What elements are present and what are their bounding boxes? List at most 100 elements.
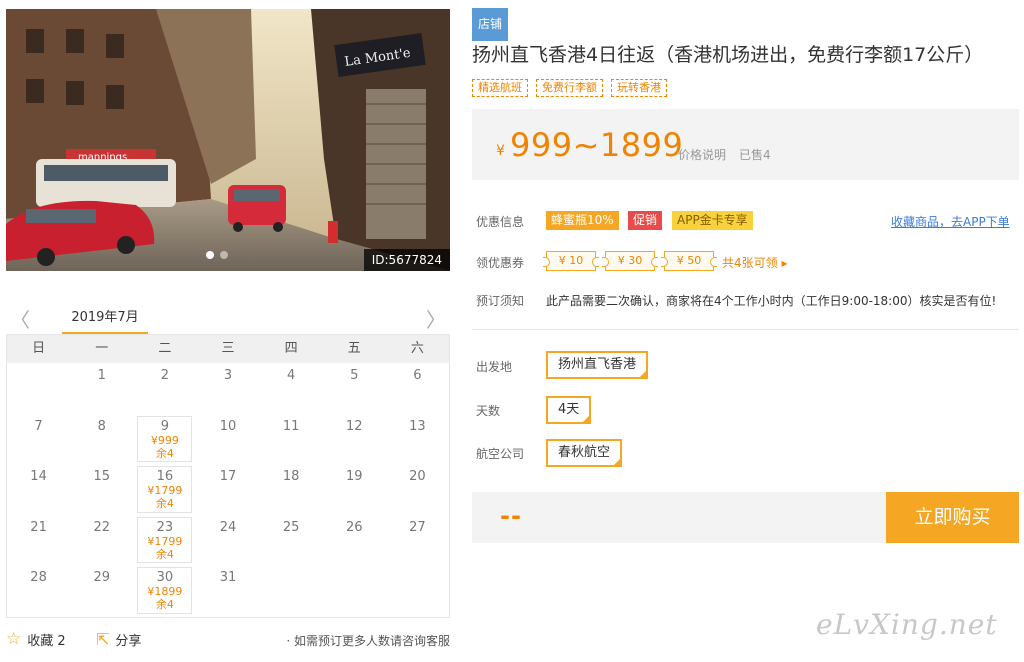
- day-number: 22: [93, 519, 110, 535]
- sold-count: 已售4: [739, 148, 771, 162]
- calendar-day: [260, 565, 323, 616]
- calendar-day: 31: [196, 565, 259, 616]
- price-box: ¥ 999~1899 价格说明 已售4: [472, 109, 1019, 180]
- divider: [472, 329, 1019, 330]
- total-price: --: [500, 502, 522, 530]
- day-number: 1: [97, 368, 106, 383]
- tag-item: 精选航班: [472, 79, 528, 97]
- calendar-day-available[interactable]: 23 ¥1799 余4: [137, 516, 193, 563]
- calendar-day-available[interactable]: 30 ¥1899 余4: [137, 567, 193, 614]
- day-number: 26: [346, 519, 363, 535]
- selected-corner-icon: [638, 369, 649, 379]
- day-number: 23: [156, 519, 174, 535]
- calendar-day: 2: [133, 363, 196, 414]
- product-tags: 精选航班 免费行李额 玩转香港: [472, 79, 667, 97]
- departure-calendar: 日一二三四五六 1 2 3 4 5 6 7 8 9 ¥999 余4 10 11 12 13 14 15 16 ¥17…: [6, 334, 450, 618]
- day-number: 25: [282, 519, 300, 535]
- airline-option[interactable]: 春秋航空: [546, 439, 623, 467]
- calendar-day: 25: [260, 515, 323, 566]
- weekday-header: 六: [410, 341, 424, 356]
- coupon-button[interactable]: ¥ 10: [543, 251, 599, 271]
- tag-item: 免费行李额: [536, 79, 603, 97]
- calendar-day: 15: [70, 464, 133, 515]
- day-number: 3: [223, 368, 233, 383]
- day-number: 27: [409, 519, 426, 535]
- favorite-button[interactable]: ☆ 收藏 2: [6, 629, 66, 650]
- tag-item: 玩转香港: [611, 79, 667, 97]
- promo-badge: 促销: [628, 211, 663, 230]
- weekday-header: 日: [32, 341, 46, 356]
- calendar-day: 14: [7, 464, 70, 515]
- calendar-weekdays: 日一二三四五六: [7, 335, 449, 363]
- promotions-label: 优惠信息: [476, 215, 525, 229]
- day-remaining: 余4: [155, 497, 174, 510]
- calendar-day: 7: [7, 414, 70, 465]
- price-currency: ¥: [496, 143, 505, 159]
- product-title-text: 扬州直飞香港4日往返（香港机场进出，免费行李额17公斤）: [472, 44, 984, 66]
- calendar-day: 4: [260, 363, 323, 414]
- calendar-day: 27: [386, 515, 449, 566]
- day-price: ¥999: [150, 433, 179, 447]
- next-month-button[interactable]: 〉: [426, 304, 446, 333]
- calendar-day: 21: [7, 515, 70, 566]
- departure-label: 出发地: [476, 360, 513, 374]
- calendar-day: 19: [323, 464, 386, 515]
- day-number: 4: [286, 368, 296, 383]
- day-number: 8: [97, 418, 106, 434]
- calendar-day: 3: [196, 363, 259, 414]
- day-number: 30: [156, 570, 174, 585]
- day-number: 28: [30, 570, 47, 585]
- day-number: 12: [346, 418, 363, 434]
- calendar-day: 13: [386, 414, 449, 465]
- calendar-day: 18: [260, 464, 323, 515]
- calendar-day: 29: [70, 565, 133, 616]
- day-number: 9: [160, 418, 169, 434]
- days-option[interactable]: 4天: [546, 396, 592, 424]
- buy-now-button[interactable]: 立即购买: [886, 492, 1019, 543]
- calendar-nav: 〈 2019年7月 〉: [6, 300, 450, 334]
- prev-month-button[interactable]: 〈: [10, 304, 30, 333]
- calendar-day: 11: [260, 414, 323, 465]
- store-badge: 店铺: [472, 8, 509, 41]
- day-number: 11: [282, 418, 300, 434]
- share-label: 分享: [115, 634, 142, 649]
- product-photo[interactable]: mannings La Mont'e ID:5677824: [6, 9, 450, 271]
- share-icon: ⇱: [96, 629, 110, 649]
- coupon-button[interactable]: ¥ 50: [661, 251, 717, 271]
- carousel-dots[interactable]: [206, 251, 228, 259]
- image-id-label: ID:5677824: [363, 249, 450, 271]
- airline-label: 航空公司: [476, 447, 525, 461]
- day-number: 13: [409, 418, 426, 434]
- share-button[interactable]: ⇱ 分享: [96, 630, 141, 649]
- selected-corner-icon: [581, 414, 592, 424]
- consult-note: · 如需预订更多人数请咨询客服: [286, 634, 450, 648]
- favorite-app-link[interactable]: 收藏商品，去APP下单: [891, 213, 1010, 230]
- star-icon: ☆: [6, 629, 22, 649]
- weekday-header: 五: [347, 341, 361, 356]
- watermark: eLvXing.net: [816, 608, 998, 641]
- day-number: 14: [30, 469, 47, 484]
- calendar-day-available[interactable]: 9 ¥999 余4: [137, 415, 193, 462]
- day-number: 6: [413, 368, 422, 383]
- calendar-day: 12: [323, 414, 386, 465]
- price-range: 999~1899: [510, 126, 684, 164]
- calendar-day: 26: [323, 515, 386, 566]
- departure-option[interactable]: 扬州直飞香港: [546, 351, 649, 379]
- calendar-day: [7, 363, 70, 414]
- departure-value: 扬州直飞香港: [558, 357, 637, 372]
- day-price: ¥1899: [147, 585, 183, 598]
- more-coupons-link[interactable]: 共4张可领 ▸: [722, 254, 787, 271]
- calendar-day: 10: [196, 414, 259, 465]
- day-remaining: 余4: [155, 446, 174, 460]
- day-number: 10: [219, 418, 237, 434]
- day-number: 5: [350, 368, 359, 383]
- product-actions: ☆ 收藏 2 ⇱ 分享 · 如需预订更多人数请咨询客服: [6, 628, 450, 650]
- calendar-day-available[interactable]: 16 ¥1799 余4: [137, 466, 193, 513]
- days-value: 4天: [558, 402, 580, 417]
- price-description-link[interactable]: 价格说明: [678, 146, 726, 163]
- coupon-button[interactable]: ¥ 30: [602, 251, 658, 271]
- calendar-day: 8: [70, 414, 133, 465]
- calendar-month-title: 2019年7月: [62, 306, 148, 334]
- day-number: 24: [219, 519, 237, 535]
- calendar-day: 1: [70, 363, 133, 414]
